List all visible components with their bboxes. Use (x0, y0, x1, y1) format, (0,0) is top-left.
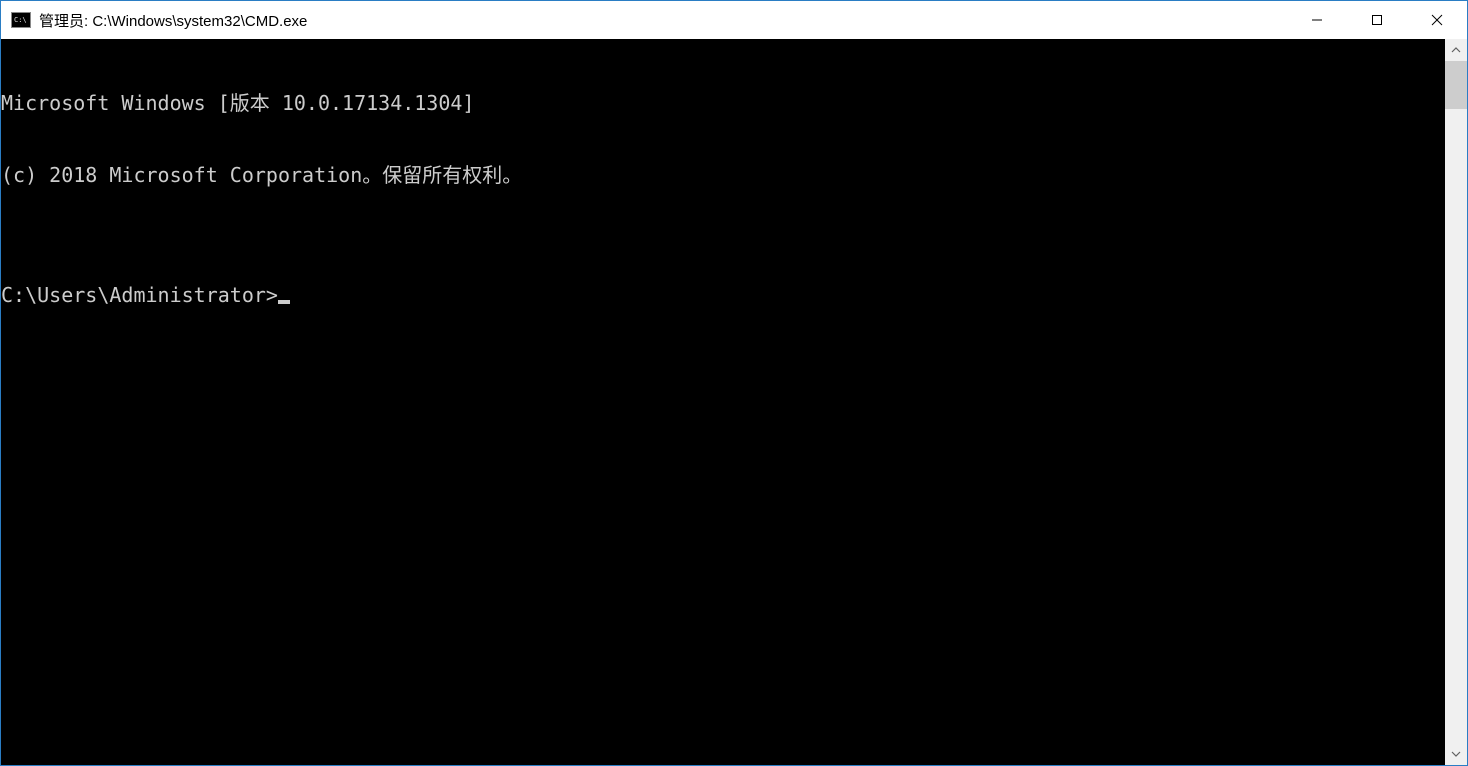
terminal-output[interactable]: Microsoft Windows [版本 10.0.17134.1304] (… (1, 39, 1445, 765)
terminal-line-copyright: (c) 2018 Microsoft Corporation。保留所有权利。 (1, 163, 1445, 187)
window-controls (1287, 1, 1467, 39)
vertical-scrollbar[interactable] (1445, 39, 1467, 765)
scroll-up-button[interactable] (1445, 39, 1467, 61)
close-icon (1431, 14, 1443, 26)
app-icon: C:\ (11, 12, 31, 28)
maximize-icon (1371, 14, 1383, 26)
close-button[interactable] (1407, 1, 1467, 39)
scroll-track[interactable] (1445, 61, 1467, 743)
minimize-icon (1311, 14, 1323, 26)
client-area: Microsoft Windows [版本 10.0.17134.1304] (… (1, 39, 1467, 765)
scroll-thumb[interactable] (1445, 61, 1467, 109)
chevron-up-icon (1451, 45, 1461, 55)
app-icon-label: C:\ (14, 17, 27, 24)
terminal-prompt-line: C:\Users\Administrator> (1, 283, 1445, 307)
cursor (278, 300, 290, 304)
maximize-button[interactable] (1347, 1, 1407, 39)
terminal-prompt: C:\Users\Administrator> (1, 283, 278, 307)
cmd-window: C:\ 管理员: C:\Windows\system32\CMD.exe Mic… (0, 0, 1468, 766)
chevron-down-icon (1451, 749, 1461, 759)
scroll-down-button[interactable] (1445, 743, 1467, 765)
window-title: 管理员: C:\Windows\system32\CMD.exe (39, 10, 1287, 31)
minimize-button[interactable] (1287, 1, 1347, 39)
titlebar[interactable]: C:\ 管理员: C:\Windows\system32\CMD.exe (1, 1, 1467, 39)
terminal-line-version: Microsoft Windows [版本 10.0.17134.1304] (1, 91, 1445, 115)
